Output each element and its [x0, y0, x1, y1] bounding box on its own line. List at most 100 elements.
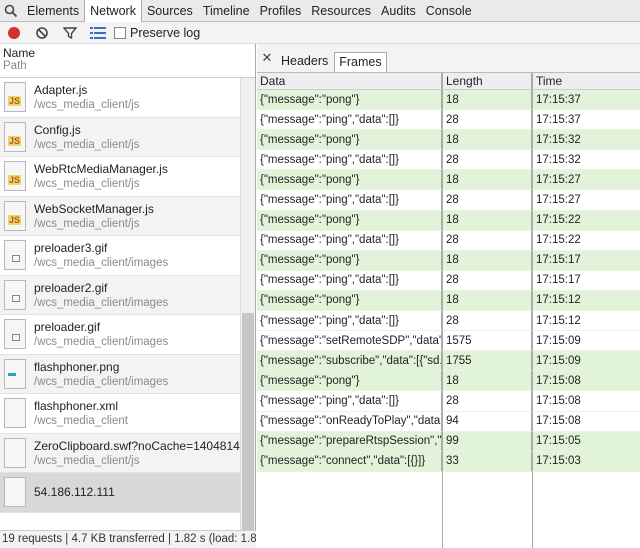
- frame-row[interactable]: {"message":"pong"} 18 17:15:22: [257, 210, 640, 231]
- search-icon[interactable]: [0, 0, 22, 22]
- frame-row[interactable]: {"message":"onReadyToPlay","data... 94 17:…: [257, 411, 640, 432]
- request-path: /wcs_media_client/js: [34, 217, 140, 230]
- clear-button[interactable]: [28, 22, 56, 44]
- tab-console[interactable]: Console: [421, 0, 477, 22]
- frame-row[interactable]: {"message":"connect","data":[{}]} 33 17:15…: [257, 451, 640, 472]
- frame-time: 17:15:22: [536, 214, 581, 227]
- frame-row[interactable]: {"message":"pong"} 18 17:15:12: [257, 290, 640, 312]
- frame-time: 17:15:37: [536, 113, 581, 126]
- time-column-header[interactable]: Time: [532, 73, 640, 89]
- detail-tab-bar: ✕ Headers Frames: [257, 44, 640, 73]
- tab-audits[interactable]: Audits: [376, 0, 421, 22]
- frame-time: 17:15:32: [536, 153, 581, 166]
- preserve-log-checkbox[interactable]: [114, 26, 126, 39]
- preserve-log-option[interactable]: Preserve log: [112, 26, 200, 40]
- frame-data: {"message":"prepareRtspSession","...: [257, 431, 442, 451]
- frame-length: 1575: [442, 331, 532, 351]
- frame-time: 17:15:37: [536, 93, 581, 106]
- frame-row[interactable]: {"message":"ping","data":[]} 28 17:15:22: [257, 230, 640, 251]
- tab-sources[interactable]: Sources: [142, 0, 198, 22]
- frame-row[interactable]: {"message":"ping","data":[]} 28 17:15:32: [257, 150, 640, 171]
- image-file-icon: [4, 319, 26, 350]
- request-row[interactable]: Adapter.js/wcs_media_client/js: [0, 78, 240, 118]
- tab-network[interactable]: Network: [84, 0, 142, 22]
- request-list-scrollbar[interactable]: [240, 78, 255, 530]
- close-detail-icon[interactable]: ✕: [257, 44, 277, 72]
- request-row[interactable]: Config.js/wcs_media_client/js: [0, 117, 240, 157]
- frame-row[interactable]: {"message":"pong"} 18 17:15:37: [257, 90, 640, 111]
- frame-row[interactable]: {"message":"prepareRtspSession","... 99 17…: [257, 431, 640, 452]
- frame-data: {"message":"ping","data":[]}: [257, 150, 442, 170]
- frame-row[interactable]: {"message":"pong"} 18 17:15:27: [257, 170, 640, 191]
- frame-length: 18: [442, 250, 532, 270]
- request-row[interactable]: WebRtcMediaManager.js/wcs_media_client/j…: [0, 157, 240, 197]
- frame-data: {"message":"ping","data":[]}: [257, 110, 442, 130]
- request-row[interactable]: preloader2.gif/wcs_media_client/images: [0, 275, 240, 315]
- frame-time: 17:15:03: [536, 455, 581, 468]
- frame-row[interactable]: {"message":"ping","data":[]} 28 17:15:27: [257, 190, 640, 211]
- request-name: preloader3.gif: [34, 241, 108, 256]
- frame-data: {"message":"pong"}: [257, 90, 442, 110]
- js-file-icon: [4, 121, 26, 152]
- js-file-icon: [4, 200, 26, 231]
- request-path: /wcs_media_client: [34, 415, 128, 428]
- list-view-icon[interactable]: [84, 22, 112, 44]
- request-detail-panel: ✕ Headers Frames Data Length Time {"messa…: [257, 44, 640, 548]
- network-status-bar: 19 requests | 4.7 KB transferred | 1.82 …: [0, 530, 256, 548]
- js-file-icon: [4, 82, 26, 113]
- filter-icon[interactable]: [56, 22, 84, 44]
- frame-data: {"message":"ping","data":[]}: [257, 270, 442, 290]
- frame-data: {"message":"pong"}: [257, 250, 442, 270]
- tab-profiles[interactable]: Profiles: [255, 0, 307, 22]
- request-row[interactable]: preloader3.gif/wcs_media_client/images: [0, 236, 240, 276]
- frame-time: 17:15:08: [536, 394, 581, 407]
- frame-row[interactable]: {"message":"subscribe","data":[{"sd... 17…: [257, 351, 640, 372]
- tab-frames[interactable]: Frames: [334, 52, 387, 72]
- request-name: 54.186.112.111: [34, 485, 115, 500]
- request-row[interactable]: ZeroClipboard.swf?noCache=14048145.../wc…: [0, 433, 240, 473]
- png-file-icon: [4, 358, 26, 389]
- record-button[interactable]: [0, 22, 28, 44]
- frame-row[interactable]: {"message":"setRemoteSDP","data"... 1575 1…: [257, 331, 640, 352]
- document-icon: [4, 437, 26, 468]
- frame-data: {"message":"ping","data":[]}: [257, 190, 442, 210]
- tab-headers[interactable]: Headers: [277, 52, 332, 72]
- frame-data: {"message":"ping","data":[]}: [257, 311, 442, 331]
- frame-row[interactable]: {"message":"ping","data":[]} 28 17:15:08: [257, 391, 640, 412]
- frame-row[interactable]: {"message":"pong"} 18 17:15:17: [257, 250, 640, 271]
- request-row[interactable]: 54.186.112.111: [0, 473, 240, 513]
- request-row[interactable]: WebSocketManager.js/wcs_media_client/js: [0, 196, 240, 236]
- tab-resources[interactable]: Resources: [306, 0, 376, 22]
- frame-data: {"message":"onReadyToPlay","data...: [257, 411, 442, 431]
- request-path: /wcs_media_client/js: [34, 138, 140, 151]
- network-toolbar: Preserve log: [0, 22, 640, 44]
- request-path: /wcs_media_client/images: [34, 336, 169, 349]
- request-list-header[interactable]: Name Path: [0, 44, 255, 78]
- request-name: flashphoner.xml: [34, 399, 119, 414]
- request-name: preloader2.gif: [34, 280, 108, 295]
- tab-elements[interactable]: Elements: [22, 0, 84, 22]
- request-path: /wcs_media_client/images: [34, 257, 169, 270]
- frame-time: 17:15:08: [536, 374, 581, 387]
- scrollbar-thumb[interactable]: [242, 313, 254, 530]
- frame-row[interactable]: {"message":"pong"} 18 17:15:32: [257, 130, 640, 151]
- tab-timeline[interactable]: Timeline: [198, 0, 255, 22]
- request-row[interactable]: flashphoner.xml/wcs_media_client: [0, 394, 240, 434]
- frames-table: Data Length Time {"message":"pong"} 18 17:…: [257, 73, 640, 472]
- length-column-header[interactable]: Length: [442, 73, 532, 89]
- path-column-subheader: Path: [3, 60, 27, 72]
- frame-row[interactable]: {"message":"ping","data":[]} 28 17:15:37: [257, 110, 640, 131]
- request-row[interactable]: preloader.gif/wcs_media_client/images: [0, 315, 240, 355]
- frame-length: 28: [442, 391, 532, 411]
- request-row[interactable]: flashphoner.png/wcs_media_client/images: [0, 354, 240, 394]
- frame-row[interactable]: {"message":"pong"} 18 17:15:08: [257, 371, 640, 392]
- frame-length: 18: [442, 170, 532, 190]
- frame-row[interactable]: {"message":"ping","data":[]} 28 17:15:12: [257, 311, 640, 332]
- data-column-header[interactable]: Data: [257, 73, 442, 89]
- document-icon: [4, 477, 26, 508]
- frame-time: 17:15:17: [536, 274, 581, 287]
- request-list: Adapter.js/wcs_media_client/jsConfig.js/…: [0, 78, 240, 513]
- frame-row[interactable]: {"message":"ping","data":[]} 28 17:15:17: [257, 270, 640, 291]
- frame-length: 18: [442, 371, 532, 391]
- preserve-log-label: Preserve log: [130, 25, 201, 40]
